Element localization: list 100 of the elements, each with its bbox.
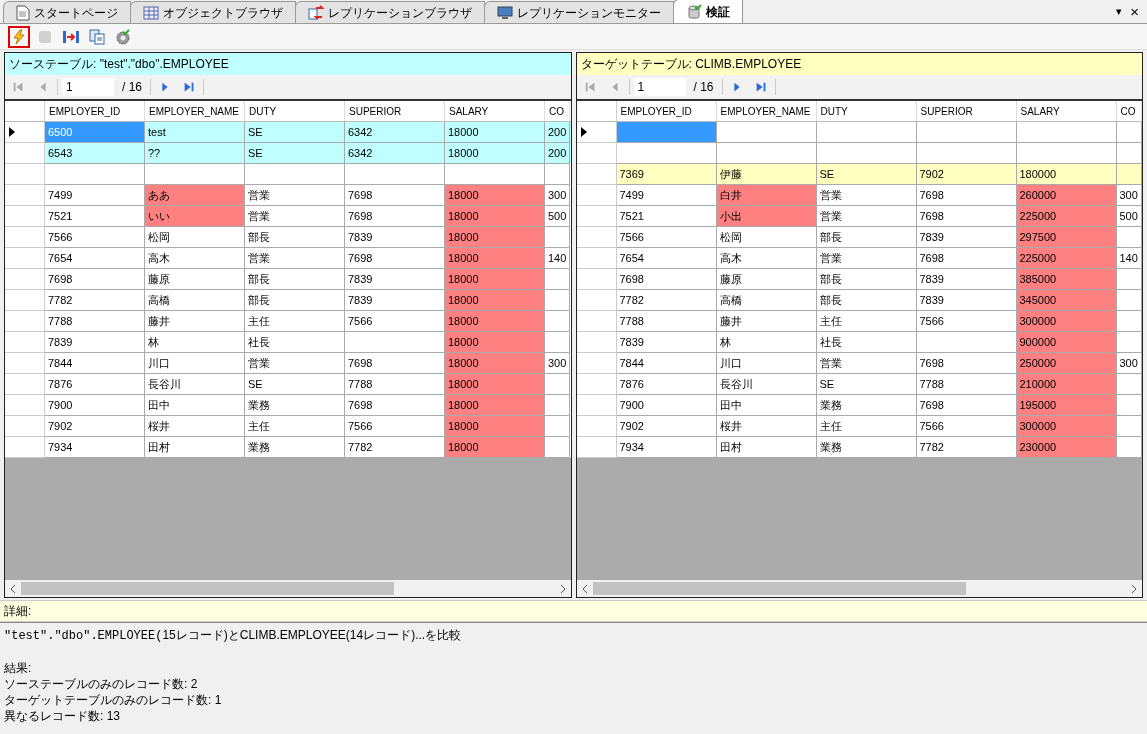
tab[interactable]: レプリケーションモニター	[484, 1, 674, 23]
page-total: / 16	[121, 79, 143, 96]
result-line: 結果:	[4, 660, 33, 676]
stop-icon	[38, 29, 52, 44]
table-cell: 18000	[445, 227, 545, 248]
row-header[interactable]	[576, 311, 617, 332]
column-header[interactable]: SALARY	[1016, 101, 1117, 121]
table-cell: 18000	[445, 332, 545, 353]
table-cell: 18000	[445, 248, 545, 269]
comparison-summary: "test"."dbo".EMPLOYEE(15レコード)とCLIMB.EMPLOYEE(14レコード)...を比較	[4, 627, 463, 644]
table-cell: 18000	[445, 416, 545, 437]
table-cell: 225000	[1016, 206, 1117, 227]
column-header[interactable]: SUPERIOR	[916, 101, 1017, 121]
table-cell: 18000	[445, 395, 545, 416]
close-button[interactable]: ×	[1126, 4, 1143, 19]
run-button[interactable]	[8, 25, 30, 48]
current-row-icon	[580, 127, 587, 137]
table-cell: 18000	[445, 353, 545, 374]
table-title-bar: ソーステーブル: "test"."dbo".EMPLOYEE	[5, 53, 571, 75]
grid-icon	[143, 4, 159, 21]
table-cell: 18000	[445, 437, 545, 458]
page-number-field[interactable]: 1	[633, 78, 686, 96]
current-row-icon	[9, 127, 15, 137]
table-cell: 業務	[816, 437, 917, 458]
column-header[interactable]: EMPLOYER_ID	[616, 101, 717, 121]
column-header[interactable]: CO	[1116, 101, 1142, 121]
table-cell: 7934	[45, 437, 145, 458]
scroll-left-icon	[580, 584, 589, 593]
row-header[interactable]	[576, 395, 617, 416]
column-header[interactable]: DUTY	[816, 101, 917, 121]
table-cell: 225000	[1016, 248, 1117, 269]
row-header[interactable]	[5, 122, 45, 143]
row-header[interactable]	[576, 248, 617, 269]
table-cell: 250000	[1016, 353, 1117, 374]
table-cell: 7782	[916, 437, 1017, 458]
scroll-right-icon	[558, 584, 567, 593]
table-cell: 田村	[145, 437, 245, 458]
table-cell: 18000	[445, 374, 545, 395]
table-cell: 18000	[445, 311, 545, 332]
row-header[interactable]	[576, 437, 617, 458]
table-cell: 18000	[445, 269, 545, 290]
monitor-icon	[497, 4, 513, 21]
table-cell: 385000	[1016, 269, 1117, 290]
table-cell: 田村	[716, 437, 817, 458]
table-title-bar: ターゲットテーブル: CLIMB.EMPLOYEE	[576, 53, 1142, 75]
column-header[interactable]: DUTY	[245, 101, 345, 121]
row-header[interactable]	[576, 353, 617, 374]
page-total: / 16	[692, 79, 715, 96]
table-cell: 18000	[445, 290, 545, 311]
page-icon	[16, 4, 30, 21]
column-header[interactable]: EMPLOYER_ID	[45, 101, 145, 121]
table-cell: 300000	[1016, 311, 1117, 332]
row-header[interactable]	[576, 206, 617, 227]
result-line: ソーステーブルのみのレコード数: 2	[4, 676, 199, 692]
page-number-field[interactable]: 1	[62, 78, 114, 96]
column-header[interactable]: EMPLOYER_NAME	[145, 101, 245, 121]
row-header[interactable]	[576, 332, 617, 353]
table-cell: 260000	[1016, 185, 1117, 206]
row-header[interactable]	[576, 185, 617, 206]
column-header[interactable]: SUPERIOR	[345, 101, 445, 121]
tab[interactable]: レプリケーションブラウザ	[295, 1, 485, 23]
table-cell: 6500	[45, 122, 145, 143]
column-header[interactable]: EMPLOYER_NAME	[716, 101, 817, 121]
table-cell: 345000	[1016, 290, 1117, 311]
table-cell: 業務	[245, 437, 345, 458]
table-cell: 300000	[1016, 416, 1117, 437]
copy-icon	[89, 28, 105, 45]
tab[interactable]: オブジェクトブラウザ	[130, 1, 296, 23]
dropdown-button[interactable]: ▾	[1112, 2, 1127, 19]
table-cell: 210000	[1016, 374, 1117, 395]
table-cell: 297500	[1016, 227, 1117, 248]
compare-icon	[62, 28, 80, 45]
table-cell: 195000	[1016, 395, 1117, 416]
row-header[interactable]	[576, 416, 617, 437]
table-cell: 18000	[445, 185, 545, 206]
row-header[interactable]	[576, 143, 617, 164]
row-header[interactable]	[576, 269, 617, 290]
row-header[interactable]	[576, 164, 617, 185]
column-header[interactable]: CO	[545, 101, 570, 121]
column-header[interactable]: SALARY	[445, 101, 545, 121]
table-cell: 18000	[445, 206, 545, 227]
lightning-icon	[11, 28, 27, 45]
table-cell: 小出	[716, 206, 817, 227]
table-cell: 230000	[1016, 437, 1117, 458]
tables-arrows-icon	[308, 4, 324, 21]
tab[interactable]: スタートページ	[3, 1, 131, 23]
row-header[interactable]	[576, 290, 617, 311]
scroll-right-icon	[1130, 584, 1138, 593]
scroll-left-icon	[9, 584, 17, 593]
tab[interactable]: 検証	[673, 0, 743, 23]
row-header[interactable]	[576, 122, 617, 143]
table-cell: 白井	[716, 185, 817, 206]
row-header[interactable]	[576, 227, 617, 248]
details-header: 詳細:	[0, 600, 1147, 622]
gear-icon	[115, 28, 131, 45]
row-header[interactable]	[576, 374, 617, 395]
table-cell: ああ	[145, 185, 245, 206]
table-cell: 900000	[1016, 332, 1117, 353]
table-cell: 7934	[616, 437, 717, 458]
result-line: ターゲットテーブルのみのレコード数: 1	[4, 692, 223, 708]
